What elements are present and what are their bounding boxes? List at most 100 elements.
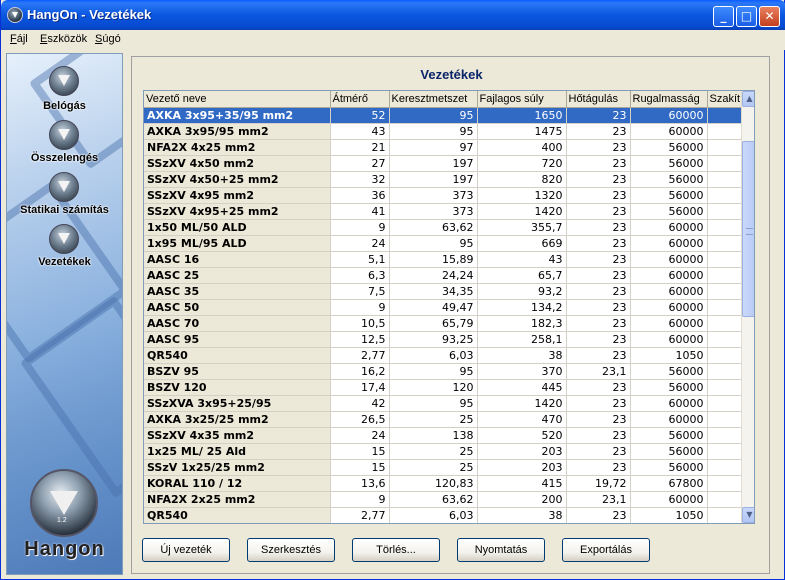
table-cell[interactable]: 400 [477,139,567,156]
table-cell[interactable]: 6,03 [389,507,478,523]
table-cell[interactable]: 9 [330,299,390,316]
table-cell[interactable]: 60000 [630,219,708,236]
table-cell[interactable]: SSzV 1x25/25 mm2 [144,459,331,476]
table-cell[interactable]: 10,5 [330,315,390,332]
table-cell[interactable]: AASC 16 [144,251,331,268]
table-cell[interactable]: 25 [389,411,478,428]
column-header[interactable]: Keresztmetszet [389,91,478,108]
table-cell[interactable]: 134,2 [477,299,567,316]
print-button[interactable]: Nyomtatás [457,538,545,562]
table-row[interactable]: AASC 16 5,1 15,89 43 23 60000 [144,251,744,268]
table-cell[interactable]: 200 [477,491,567,508]
table-cell[interactable]: AASC 95 [144,331,331,348]
table-cell[interactable]: 23 [566,235,631,252]
table-cell[interactable]: 23 [566,331,631,348]
table-cell[interactable]: AASC 35 [144,283,331,300]
table-cell[interactable]: 23 [566,347,631,364]
table-cell[interactable]: SSzXV 4x50 mm2 [144,155,331,172]
table-cell[interactable] [707,251,744,268]
table-cell[interactable]: 60000 [630,491,708,508]
table-cell[interactable]: 43 [477,251,567,268]
edit-button[interactable]: Szerkesztés [247,538,335,562]
table-cell[interactable]: 21 [330,139,390,156]
table-row[interactable]: AXKA 3x95/95 mm2 43 95 1475 23 60000 [144,123,744,140]
table-cell[interactable]: 27 [330,155,390,172]
menu-help[interactable]: Súgó [95,33,121,45]
table-cell[interactable]: 1050 [630,347,708,364]
table-cell[interactable]: 138 [389,427,478,444]
maximize-button[interactable]: □ [736,6,757,27]
table-cell[interactable]: 60000 [630,331,708,348]
table-row[interactable]: SSzXV 4x50+25 mm2 32 197 820 23 56000 [144,171,744,188]
table-cell[interactable] [707,187,744,204]
table-cell[interactable]: 17,4 [330,379,390,396]
nav-item-belogas[interactable]: Belógás [7,66,122,114]
table-cell[interactable]: SSzXV 4x35 mm2 [144,427,331,444]
table-cell[interactable]: 36 [330,187,390,204]
table-cell[interactable]: 23 [566,427,631,444]
table-cell[interactable]: 56000 [630,155,708,172]
table-cell[interactable]: 470 [477,411,567,428]
table-row[interactable]: AASC 70 10,5 65,79 182,3 23 60000 [144,315,744,332]
table-cell[interactable]: 23 [566,395,631,412]
table-cell[interactable]: 23 [566,203,631,220]
table-cell[interactable] [707,411,744,428]
new-conductor-button[interactable]: Új vezeték [142,538,230,562]
table-cell[interactable]: 43 [330,123,390,140]
table-cell[interactable] [707,203,744,220]
vertical-scrollbar[interactable]: ▲ ▼ [741,91,754,523]
column-header[interactable]: Vezető neve [144,91,331,108]
table-cell[interactable]: 26,5 [330,411,390,428]
table-cell[interactable]: 23 [566,219,631,236]
table-cell[interactable]: QR540 [144,347,331,364]
table-cell[interactable]: 23 [566,507,631,523]
table-cell[interactable]: 60000 [630,315,708,332]
table-cell[interactable]: 56000 [630,139,708,156]
table-cell[interactable]: 23 [566,155,631,172]
table-cell[interactable]: 1x25 ML/ 25 Ald [144,443,331,460]
table-cell[interactable]: SSzXVA 3x95+25/95 [144,395,331,412]
table-cell[interactable]: AASC 25 [144,267,331,284]
table-cell[interactable]: 2,77 [330,347,390,364]
table-cell[interactable]: QR540 [144,507,331,523]
table-cell[interactable] [707,427,744,444]
table-row[interactable]: SSzXV 4x35 mm2 24 138 520 23 56000 [144,427,744,444]
table-cell[interactable]: 56000 [630,379,708,396]
table-cell[interactable]: 23,1 [566,363,631,380]
table-cell[interactable]: 120 [389,379,478,396]
table-row[interactable]: AASC 25 6,3 24,24 65,7 23 60000 [144,267,744,284]
table-cell[interactable]: 370 [477,363,567,380]
table-cell[interactable]: 56000 [630,171,708,188]
table-row[interactable]: AXKA 3x25/25 mm2 26,5 25 470 23 60000 [144,411,744,428]
table-cell[interactable]: 1420 [477,203,567,220]
table-cell[interactable]: 41 [330,203,390,220]
menu-file[interactable]: Fájl [10,33,28,45]
table-cell[interactable] [707,283,744,300]
table-cell[interactable]: 95 [389,395,478,412]
table-cell[interactable]: 25 [389,443,478,460]
table-cell[interactable]: 95 [389,123,478,140]
hangon-app-icon[interactable] [7,7,23,23]
table-cell[interactable]: 23 [566,459,631,476]
table-cell[interactable]: 38 [477,347,567,364]
scroll-thumb[interactable] [742,141,754,317]
nav-item-osszelenges[interactable]: Összelengés [7,120,122,168]
table-cell[interactable]: 23 [566,443,631,460]
table-row[interactable]: SSzXV 4x95+25 mm2 41 373 1420 23 56000 [144,203,744,220]
table-cell[interactable] [707,235,744,252]
table-cell[interactable]: 23 [566,411,631,428]
table-row[interactable]: QR540 2,77 6,03 38 23 1050 [144,507,744,523]
column-header[interactable]: Rugalmasság [630,91,708,108]
nav-item-vezetekek[interactable]: Vezetékek [7,224,122,272]
column-header[interactable]: Hőtágulás [566,91,631,108]
table-cell[interactable]: 56000 [630,443,708,460]
table-cell[interactable]: 24 [330,427,390,444]
table-row[interactable]: SSzV 1x25/25 mm2 15 25 203 23 56000 [144,459,744,476]
table-cell[interactable]: 56000 [630,427,708,444]
table-cell[interactable]: 182,3 [477,315,567,332]
table-cell[interactable]: 24,24 [389,267,478,284]
table-cell[interactable]: 9 [330,491,390,508]
table-cell[interactable]: 6,03 [389,347,478,364]
table-cell[interactable]: SSzXV 4x95+25 mm2 [144,203,331,220]
table-cell[interactable]: 15 [330,443,390,460]
